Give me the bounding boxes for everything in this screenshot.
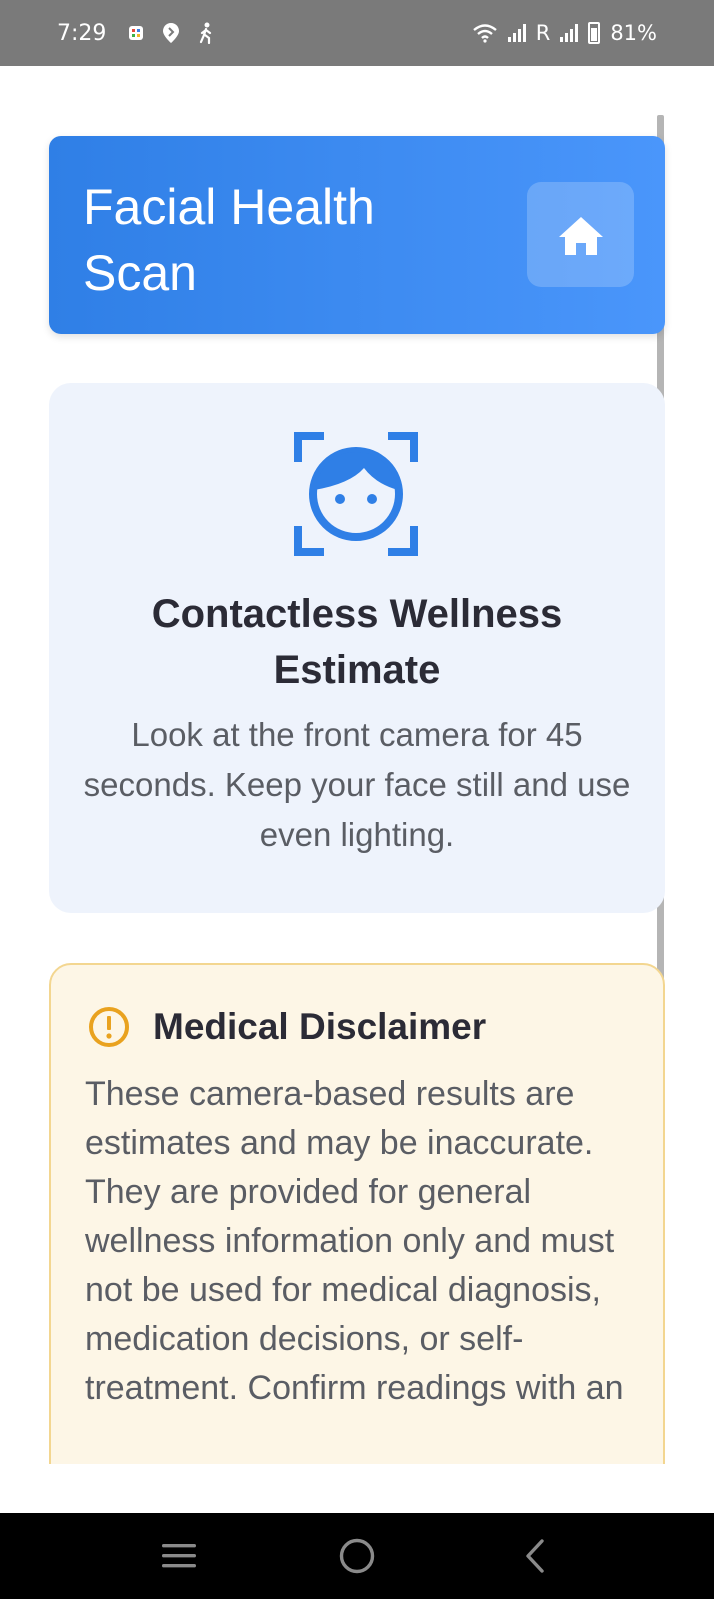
home-nav-button[interactable] [297,1513,417,1599]
back-icon [526,1539,544,1573]
home-circle-icon [339,1538,375,1574]
signal-icon [507,24,526,42]
system-icons: R 81% [472,21,657,45]
recent-apps-button[interactable] [119,1513,239,1599]
wifi-icon [472,24,497,43]
recent-apps-icon [162,1544,196,1568]
system-nav-bar [0,1513,714,1599]
battery-icon [588,22,601,44]
disclaimer-header: Medical Disclaimer [87,1005,486,1049]
roaming-indicator: R [535,21,551,45]
disclaimer-title: Medical Disclaimer [153,1006,487,1047]
info-description: Look at the front camera for 45 seconds.… [83,716,631,853]
app-notification-icon [129,26,144,40]
disclaimer-text: These camera-based results are estimates… [85,1075,624,1407]
header-card: Facial Health Scan [49,136,665,334]
home-icon [558,216,603,255]
notification-icons [128,22,214,44]
page-title: Facial Health Scan [83,179,375,301]
disclaimer-card: Medical Disclaimer These camera-based re… [49,963,665,1464]
status-time: 7:29 [57,20,107,46]
battery-level: 81% [610,21,657,45]
info-title: Contactless Wellness Estimate [151,592,563,692]
walking-icon [200,22,212,44]
location-pin-icon [163,23,180,43]
face-scan-icon [294,432,418,556]
back-button[interactable] [475,1513,595,1599]
status-bar: 7:29 R 81% [0,0,714,66]
warning-icon [89,1007,129,1047]
info-card: Contactless Wellness Estimate Look at th… [49,383,665,913]
home-button[interactable] [527,182,634,287]
signal-icon [560,24,579,42]
main-content[interactable]: Facial Health Scan Contactless Wellness … [0,66,714,1464]
